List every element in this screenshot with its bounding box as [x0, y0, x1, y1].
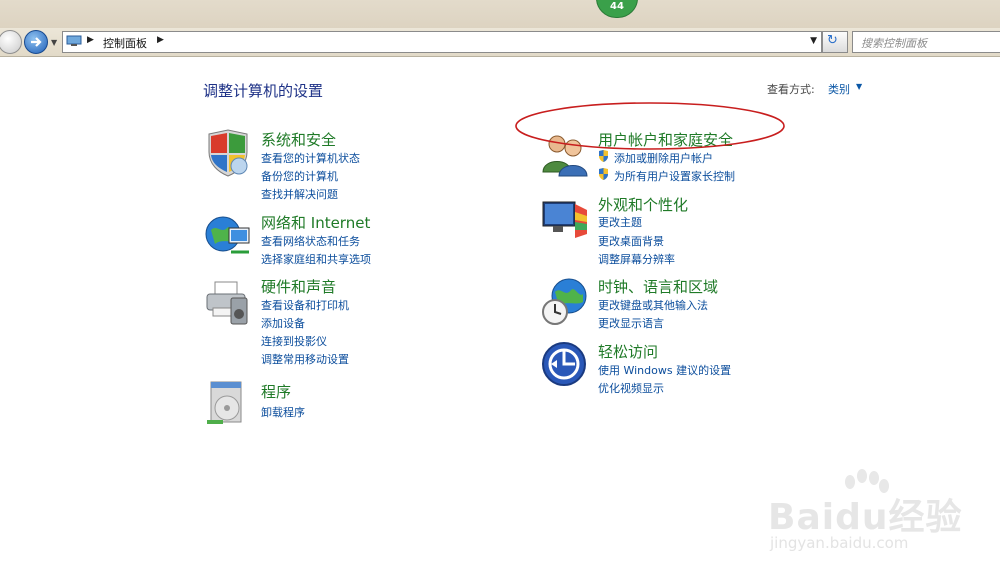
view-by-chevron-icon[interactable]: ▼ — [856, 82, 862, 91]
control-panel-icon — [66, 35, 82, 46]
refresh-icon: ↻ — [827, 33, 838, 48]
breadcrumb-chevron-icon[interactable]: ▶ — [157, 35, 164, 45]
view-by-label: 查看方式: — [767, 83, 815, 96]
search-placeholder: 搜索控制面板 — [861, 37, 927, 50]
link-homegroup-sharing[interactable]: 选择家庭组和共享选项 — [261, 251, 371, 267]
ease-of-access-icon[interactable] — [541, 340, 591, 390]
window-title-bar: 44 — [0, 0, 1000, 28]
link-backup-computer[interactable]: 备份您的计算机 — [261, 168, 338, 184]
navigation-bar: ▼ ▶ 控制面板 ▶ ▼ ↻ 搜索控制面板 — [0, 28, 1000, 57]
refresh-button[interactable]: ↻ — [822, 31, 848, 53]
category-network-internet[interactable]: 网络和 Internet — [261, 212, 370, 233]
link-troubleshoot[interactable]: 查找并解决问题 — [261, 186, 338, 202]
category-hardware-sound[interactable]: 硬件和声音 — [261, 276, 336, 297]
watermark-url: jingyan.baidu.com — [770, 534, 909, 552]
breadcrumb-chevron-icon[interactable]: ▶ — [87, 35, 94, 45]
link-optimize-visual-display[interactable]: 优化视频显示 — [598, 380, 664, 396]
recent-pages-chevron-icon[interactable]: ▼ — [51, 38, 57, 47]
search-input[interactable]: 搜索控制面板 — [852, 31, 1000, 53]
link-connect-projector[interactable]: 连接到投影仪 — [261, 333, 327, 349]
link-view-computer-status[interactable]: 查看您的计算机状态 — [261, 150, 360, 166]
link-mobility-settings[interactable]: 调整常用移动设置 — [261, 351, 349, 367]
breadcrumb-control-panel[interactable]: 控制面板 — [103, 35, 147, 51]
back-button[interactable] — [0, 30, 22, 54]
link-add-remove-accounts[interactable]: 添加或删除用户帐户 — [614, 150, 713, 166]
watermark-text: Baidu经验 — [768, 497, 963, 538]
link-display-language[interactable]: 更改显示语言 — [598, 315, 664, 331]
link-change-theme[interactable]: 更改主题 — [598, 214, 642, 230]
uac-shield-icon — [599, 168, 608, 180]
link-keyboard-input[interactable]: 更改键盘或其他输入法 — [598, 297, 708, 313]
page-title: 调整计算机的设置 — [203, 82, 324, 100]
programs-icon[interactable] — [203, 378, 253, 428]
category-system-security[interactable]: 系统和安全 — [261, 129, 336, 150]
link-parental-controls[interactable]: 为所有用户设置家长控制 — [614, 168, 735, 184]
notification-badge: 44 — [596, 0, 638, 18]
shield-icon[interactable] — [203, 128, 253, 178]
category-programs[interactable]: 程序 — [261, 381, 291, 402]
address-bar[interactable]: ▶ 控制面板 ▶ ▼ — [62, 31, 822, 53]
link-desktop-background[interactable]: 更改桌面背景 — [598, 233, 664, 249]
forward-button[interactable] — [24, 30, 48, 54]
clock-globe-icon[interactable] — [541, 276, 591, 326]
category-clock-language-region[interactable]: 时钟、语言和区域 — [598, 276, 718, 297]
network-globe-icon[interactable] — [203, 212, 253, 262]
link-network-status[interactable]: 查看网络状态和任务 — [261, 233, 360, 249]
link-uninstall-program[interactable]: 卸载程序 — [261, 404, 305, 420]
annotation-ellipse — [515, 102, 785, 150]
link-add-device[interactable]: 添加设备 — [261, 315, 305, 331]
monitor-palette-icon[interactable] — [541, 194, 591, 244]
link-devices-printers[interactable]: 查看设备和打印机 — [261, 297, 349, 313]
link-windows-suggested-settings[interactable]: 使用 Windows 建议的设置 — [598, 362, 731, 378]
category-ease-of-access[interactable]: 轻松访问 — [598, 341, 658, 362]
printer-icon[interactable] — [203, 278, 253, 328]
link-screen-resolution[interactable]: 调整屏幕分辨率 — [598, 251, 675, 267]
address-dropdown-icon[interactable]: ▼ — [810, 36, 817, 46]
forward-arrow-icon — [31, 37, 42, 47]
category-appearance[interactable]: 外观和个性化 — [598, 194, 688, 215]
view-by-dropdown[interactable]: 类别 — [828, 81, 850, 97]
